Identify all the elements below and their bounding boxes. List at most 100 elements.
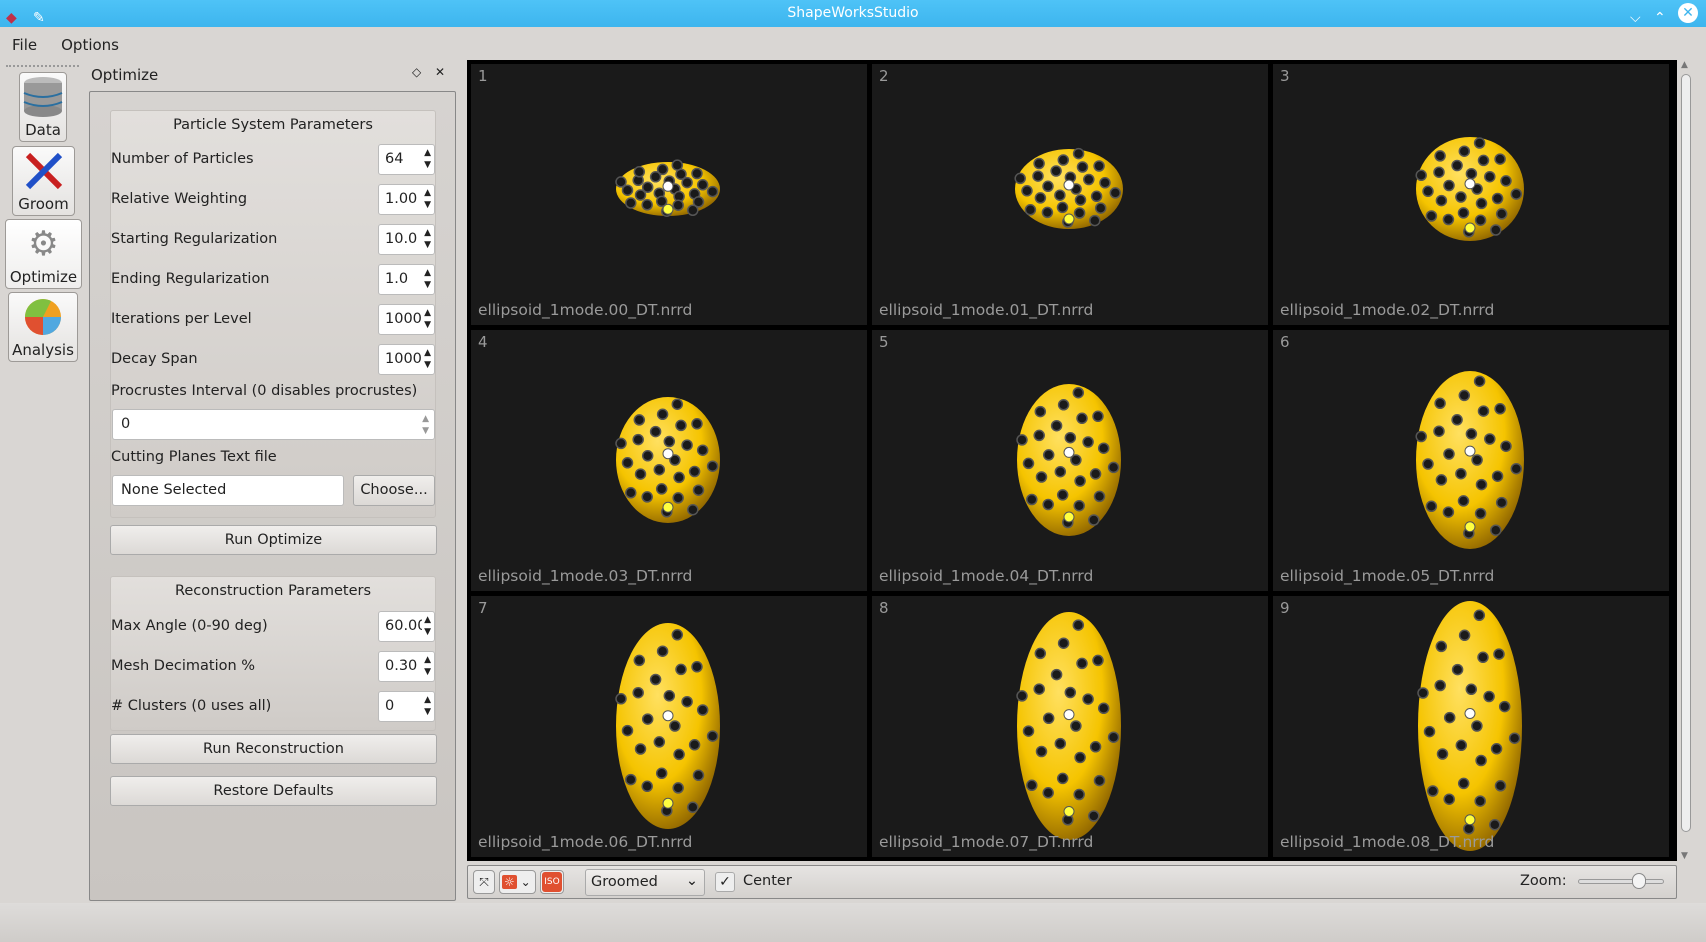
particle <box>1089 468 1102 480</box>
particle <box>1042 498 1054 511</box>
restore-defaults-button[interactable]: Restore Defaults <box>110 776 437 806</box>
ellipsoid-render[interactable] <box>1273 330 1669 591</box>
float-icon[interactable]: ◇ <box>412 65 421 79</box>
ellipsoid-render[interactable] <box>872 330 1268 591</box>
param-spinbox[interactable]: 1.00 ▲ ▼ <box>378 184 435 215</box>
param-spinbox[interactable]: 0.30 ▲ ▼ <box>378 651 435 682</box>
particle <box>1422 458 1434 470</box>
particle <box>1498 700 1511 713</box>
center-checkbox[interactable]: ✓ <box>715 872 735 892</box>
param-spinbox[interactable]: 1000 ▲ ▼ <box>378 344 435 375</box>
particle <box>655 483 668 495</box>
minimize-icon[interactable]: ⌵ <box>1630 5 1641 32</box>
tool-data[interactable]: Data <box>19 72 67 142</box>
shape-cell[interactable]: 7 ellipsoid_1mode.06_DT.nrrd <box>471 596 867 857</box>
param-label: Mesh Decimation % <box>111 658 256 674</box>
choose-button[interactable]: Choose... <box>353 475 435 506</box>
spin-arrows-icon[interactable]: ▲ ▼ <box>422 227 431 251</box>
param-spinbox[interactable]: 60.00 ▲ ▼ <box>378 611 435 642</box>
glyph-icon: ☼ <box>502 875 517 889</box>
zoom-slider[interactable] <box>1578 873 1664 889</box>
shape-cell[interactable]: 2 ellipsoid_1mode.01_DT.nrrd <box>872 64 1268 325</box>
spin-arrows-icon[interactable]: ▲ ▼ <box>422 654 431 678</box>
tool-optimize[interactable]: ⚙ Optimize <box>5 219 82 289</box>
spin-arrows-icon[interactable]: ▲ ▼ <box>422 187 431 211</box>
spin-arrows-icon[interactable]: ▲ ▼ <box>422 267 431 291</box>
chevron-down-icon[interactable]: ⌄ <box>521 875 531 889</box>
glyph-visibility-button[interactable]: ☼ ⌄ <box>499 870 536 894</box>
param-spinbox[interactable]: 1000 ▲ ▼ <box>378 304 435 335</box>
group-title: Particle System Parameters <box>173 117 373 133</box>
iso-surface-button[interactable]: ISO <box>540 870 564 894</box>
particle <box>691 418 703 430</box>
particle <box>1099 177 1111 189</box>
particle <box>672 782 684 794</box>
particle <box>1442 213 1455 226</box>
run-reconstruction-button[interactable]: Run Reconstruction <box>110 734 437 764</box>
ellipsoid-render[interactable] <box>872 596 1268 857</box>
particle <box>1435 474 1448 486</box>
particle <box>1451 663 1464 676</box>
tool-analysis[interactable]: Analysis <box>8 292 78 362</box>
cell-filename: ellipsoid_1mode.05_DT.nrrd <box>1280 567 1495 585</box>
maximize-icon[interactable]: ⌃ <box>1654 5 1666 32</box>
shape-cell[interactable]: 4 ellipsoid_1mode.03_DT.nrrd <box>471 330 867 591</box>
param-row: Ending Regularization 1.0 ▲ ▼ <box>111 264 437 296</box>
viewer-scrollbar[interactable]: ▲ ▼ <box>1679 60 1693 861</box>
param-spinbox[interactable]: 1.0 ▲ ▼ <box>378 264 435 295</box>
run-optimize-button[interactable]: Run Optimize <box>110 525 437 555</box>
spin-arrows-icon[interactable]: ▲ ▼ <box>422 614 431 638</box>
ellipsoid-render[interactable] <box>1273 64 1669 325</box>
particle <box>633 414 646 426</box>
shape-cell[interactable]: 3 ellipsoid_1mode.02_DT.nrrd <box>1273 64 1669 325</box>
toolbar-grip[interactable] <box>6 65 79 67</box>
particle <box>1097 442 1110 454</box>
procrustes-interval-input[interactable]: 0 ▲ ▼ <box>112 409 435 440</box>
shape-cell[interactable]: 5 ellipsoid_1mode.04_DT.nrrd <box>872 330 1268 591</box>
particle <box>1092 410 1104 423</box>
panel-close-icon[interactable]: ✕ <box>435 65 445 79</box>
particle <box>1484 433 1496 445</box>
param-spinbox[interactable]: 64 ▲ ▼ <box>378 144 435 175</box>
cutting-planes-file-field[interactable]: None Selected <box>112 475 344 506</box>
ellipsoid-render[interactable] <box>471 596 867 857</box>
param-spinbox[interactable]: 10.0 ▲ ▼ <box>378 224 435 255</box>
shape-cell[interactable]: 6 ellipsoid_1mode.05_DT.nrrd <box>1273 330 1669 591</box>
ellipsoid-render[interactable] <box>1273 596 1669 857</box>
spin-arrows-icon[interactable]: ▲ ▼ <box>422 147 431 171</box>
spin-arrows-icon[interactable]: ▲ ▼ <box>422 413 429 437</box>
particle <box>1074 194 1087 206</box>
spin-arrows-icon[interactable]: ▲ ▼ <box>422 347 431 371</box>
spin-arrows-icon[interactable]: ▲ ▼ <box>422 307 431 331</box>
param-spinbox[interactable]: 0 ▲ ▼ <box>378 691 435 722</box>
close-icon[interactable]: ✕ <box>1678 3 1698 23</box>
particle <box>1510 462 1523 475</box>
menu-options[interactable]: Options <box>49 30 131 60</box>
shape-cell[interactable]: 1 ellipsoid_1mode.00_DT.nrrd <box>471 64 867 325</box>
shape-viewer[interactable]: 1 ellipsoid_1mode.00_DT.nrrd 2 ellipsoid… <box>467 60 1677 861</box>
tool-groom[interactable]: Groom <box>12 146 75 216</box>
particle <box>1443 793 1455 805</box>
zoom-slider-handle[interactable] <box>1632 873 1647 889</box>
particle <box>1076 657 1088 670</box>
particle <box>687 503 699 516</box>
shape-cell[interactable]: 8 ellipsoid_1mode.07_DT.nrrd <box>872 596 1268 857</box>
shape-cell[interactable]: 9 ellipsoid_1mode.08_DT.nrrd <box>1273 596 1669 857</box>
particle-selected <box>662 448 674 460</box>
particle <box>1076 161 1089 173</box>
particle <box>1088 514 1100 526</box>
ellipsoid-render[interactable] <box>872 64 1268 325</box>
group-title: Reconstruction Parameters <box>174 583 372 599</box>
scrollbar-handle[interactable] <box>1681 74 1691 832</box>
ellipsoid-render[interactable] <box>471 64 867 325</box>
param-value: 60.00 <box>385 618 427 634</box>
particle <box>675 663 687 676</box>
menu-file[interactable]: File <box>0 30 49 60</box>
pin-icon[interactable]: ✎ <box>33 5 45 32</box>
param-value: 10.0 <box>385 231 418 247</box>
pie-chart-icon <box>9 293 77 341</box>
spin-arrows-icon[interactable]: ▲ ▼ <box>422 694 431 718</box>
display-mode-select[interactable]: Groomed ⌄ <box>585 869 705 896</box>
ellipsoid-render[interactable] <box>471 330 867 591</box>
autoview-icon[interactable]: ⤧ <box>473 870 495 894</box>
